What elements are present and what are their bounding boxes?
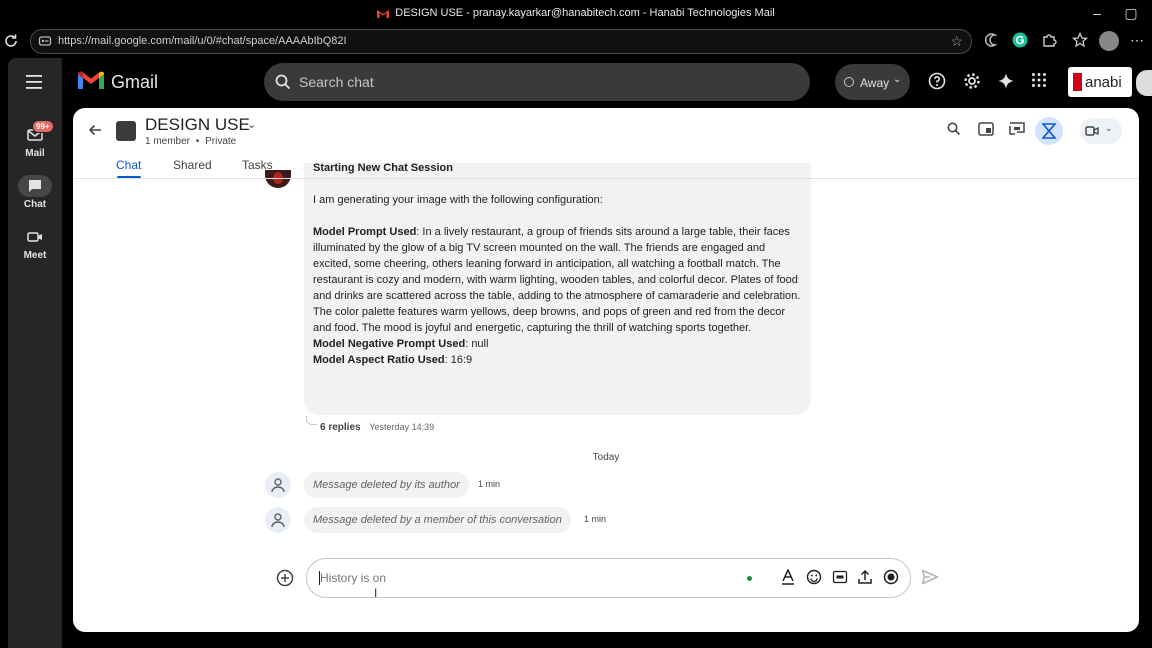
message-heading: Starting New Chat Session [313, 163, 453, 174]
bot-avatar [265, 170, 291, 188]
user-avatar [265, 472, 291, 498]
emoji-icon[interactable] [806, 569, 824, 587]
reload-icon[interactable] [3, 33, 21, 51]
chevron-down-icon[interactable]: ⌄ [247, 118, 256, 131]
search-in-space-icon[interactable] [947, 122, 965, 140]
back-arrow-icon[interactable] [87, 122, 103, 138]
mail-unread-badge: 99+ [32, 120, 54, 133]
space-title[interactable]: DESIGN USE [145, 115, 250, 135]
upload-icon[interactable] [857, 569, 875, 587]
sidebar-item-meet[interactable]: Meet [8, 226, 62, 261]
account-avatar[interactable] [1136, 70, 1152, 96]
prompt-text: : In a lively restaurant, a group of fri… [313, 226, 801, 334]
deleted-message-bubble: Message deleted by its author [304, 472, 469, 498]
record-video-icon[interactable] [883, 569, 901, 587]
add-attachment-icon[interactable] [276, 569, 294, 587]
date-divider: Today [592, 452, 620, 463]
extension-moon-icon[interactable] [984, 32, 1002, 50]
sidebar-item-chat[interactable]: Chat [8, 175, 62, 210]
extensions-puzzle-icon[interactable] [1041, 32, 1059, 50]
sidebar-item-label: Mail [25, 148, 45, 159]
status-selector[interactable]: Away ⌄ [835, 64, 910, 100]
maximize-button[interactable]: ▢ [1122, 4, 1140, 22]
chat-panel: DESIGN USE ⌄ 1 member • Private ⌄ Chat S… [73, 108, 1139, 632]
user-avatar [265, 507, 291, 533]
start-meeting-button[interactable]: ⌄ [1080, 118, 1122, 144]
text-format-icon[interactable] [781, 569, 799, 587]
header-divider [73, 178, 1139, 179]
prompt-label: Model Prompt Used [313, 226, 417, 238]
message-bubble: Starting New Chat Session I am generatin… [304, 163, 811, 415]
person-icon [271, 478, 285, 493]
browser-menu-icon[interactable]: ⋯ [1130, 32, 1148, 50]
chevron-down-icon: ⌄ [1105, 123, 1113, 133]
sidebar-item-label: Chat [23, 199, 47, 210]
hanabi-logo-mark-icon [1073, 73, 1082, 91]
video-call-icon [1085, 126, 1099, 136]
negative-prompt-line: Model Negative Prompt Used: null [313, 336, 803, 352]
search-icon [275, 74, 291, 90]
aspect-ratio-line: Model Aspect Ratio Used: 16:9 [313, 352, 803, 368]
negative-prompt-label: Model Negative Prompt Used [313, 338, 466, 350]
gemini-sparkle-icon[interactable] [997, 72, 1017, 92]
favorites-icon[interactable] [1072, 32, 1090, 50]
reply-count: 6 replies [320, 422, 361, 433]
tab-chat[interactable]: Chat [116, 158, 141, 172]
away-status-icon [844, 77, 854, 87]
grammarly-status-icon [747, 576, 752, 581]
window-title-bar: DESIGN USE - pranay.kayarkar@hanabitech.… [0, 0, 1152, 26]
chat-icon [29, 180, 41, 192]
meta-separator: • [195, 136, 200, 147]
apps-grid-icon[interactable] [1031, 72, 1051, 92]
privacy-label: Private [205, 136, 237, 147]
message-placeholder: History is on [320, 571, 387, 585]
search-chat-input[interactable]: Search chat [264, 63, 810, 101]
reply-time: Yesterday 14:39 [369, 422, 435, 432]
gif-icon[interactable] [832, 569, 850, 587]
minimize-button[interactable]: – [1088, 4, 1106, 22]
pop-out-icon[interactable] [978, 122, 996, 140]
settings-gear-icon[interactable] [963, 72, 983, 92]
organization-logo[interactable]: anabi [1068, 67, 1132, 97]
site-info-icon[interactable] [38, 34, 52, 48]
member-count: 1 member [145, 136, 191, 147]
gmail-favicon-icon [377, 9, 390, 18]
aspect-ratio-value: : 16:9 [444, 354, 473, 366]
sidebar-item-label: Meet [23, 250, 47, 261]
message-input[interactable]: History is on [306, 558, 911, 598]
chevron-down-icon: ⌄ [893, 74, 902, 85]
thread-replies-link[interactable]: 6 replies Yesterday 14:39 [320, 422, 434, 433]
negative-prompt-value: : null [465, 338, 489, 350]
space-avatar [116, 121, 136, 141]
url-text: https://mail.google.com/mail/u/0/#chat/s… [58, 35, 347, 47]
profile-avatar[interactable] [1099, 31, 1119, 51]
deleted-message-bubble: Message deleted by a member of this conv… [304, 507, 571, 533]
address-bar[interactable]: https://mail.google.com/mail/u/0/#chat/s… [30, 29, 972, 54]
message-time: 1 min [478, 479, 501, 489]
video-icon [27, 232, 42, 242]
text-cursor-icon: I [374, 586, 378, 600]
help-icon[interactable] [928, 72, 948, 92]
message-intro: I am generating your image with the foll… [313, 194, 603, 206]
gmail-logo-icon[interactable] [78, 71, 104, 91]
thread-connector [306, 416, 317, 425]
present-to-space-icon[interactable] [1009, 122, 1027, 140]
gmail-logo-text: Gmail [111, 72, 159, 92]
search-placeholder: Search chat [299, 74, 374, 90]
tab-shared[interactable]: Shared [173, 158, 212, 172]
bookmark-star-icon[interactable]: ☆ [950, 33, 963, 50]
tasks-panel-icon[interactable] [1035, 117, 1063, 145]
grammarly-icon[interactable] [1012, 32, 1030, 50]
organization-name: anabi [1085, 74, 1122, 91]
browser-toolbar: https://mail.google.com/mail/u/0/#chat/s… [0, 26, 1152, 58]
prompt-line: Model Prompt Used: In a lively restauran… [313, 224, 803, 336]
message-time: 1 min [584, 514, 607, 524]
person-icon [271, 513, 285, 528]
send-icon[interactable] [921, 569, 939, 585]
aspect-ratio-label: Model Aspect Ratio Used [313, 354, 445, 366]
status-label: Away [860, 76, 890, 90]
space-meta: 1 member • Private [145, 136, 236, 147]
main-menu-icon[interactable] [26, 75, 44, 89]
window-title: DESIGN USE - pranay.kayarkar@hanabitech.… [395, 7, 775, 19]
